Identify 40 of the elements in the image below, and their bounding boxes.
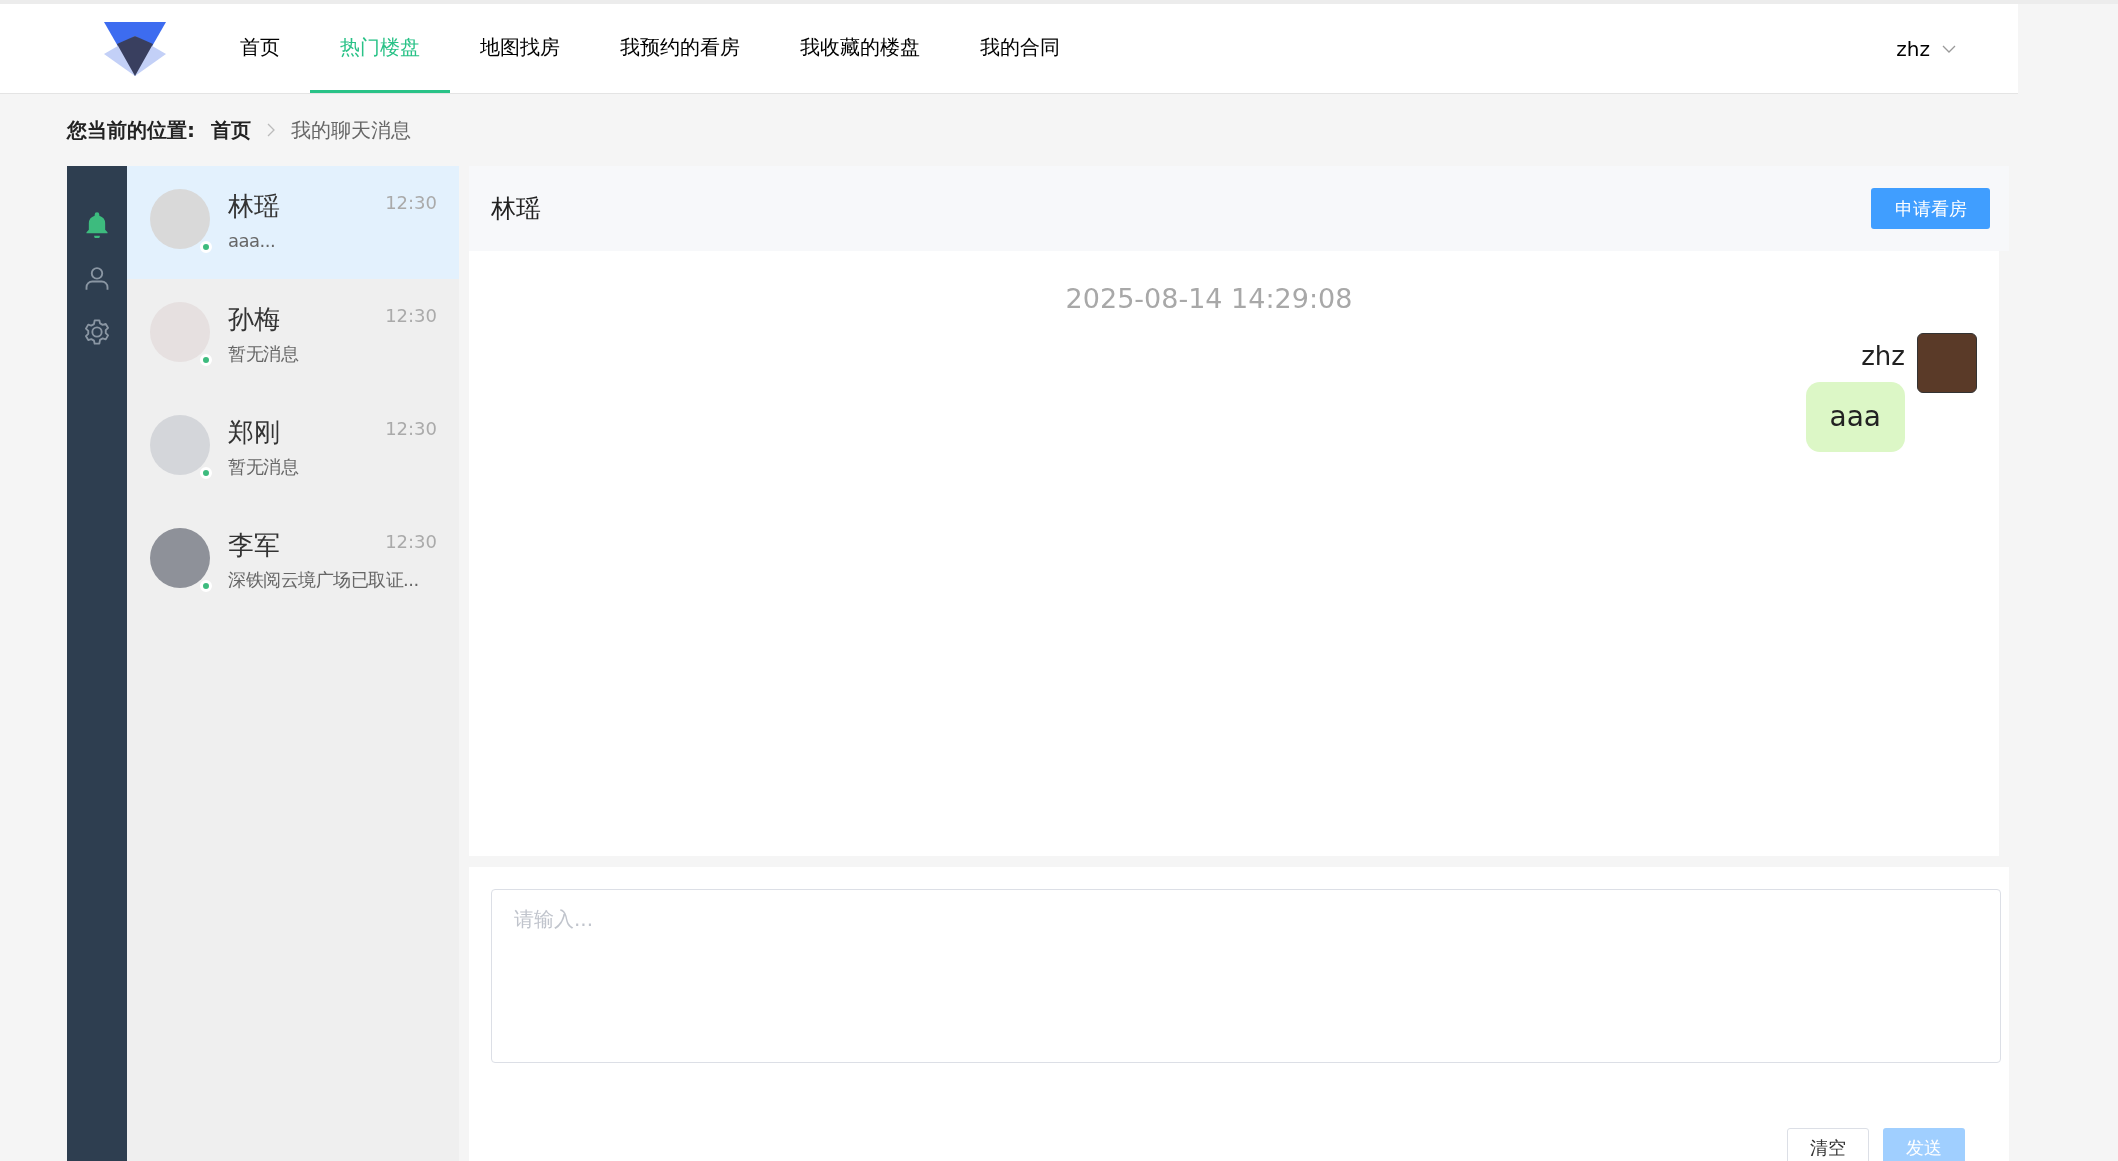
avatar-photo-placeholder [150, 415, 210, 475]
nav-tab[interactable]: 地图找房 [450, 4, 590, 93]
avatar-photo-placeholder [150, 528, 210, 588]
breadcrumb-item[interactable]: 首页 [211, 115, 251, 145]
breadcrumb-item: 我的聊天消息 [291, 117, 411, 144]
chevron-right-icon [267, 123, 275, 137]
message-time: 12:30 [385, 191, 437, 215]
chevron-down-icon[interactable] [1942, 44, 1956, 53]
message-preview: 暂无消息 [228, 342, 300, 366]
contact-item[interactable]: 孙梅 12:30 暂无消息 [127, 279, 459, 392]
contact-item[interactable]: 李军 12:30 深铁阅云境广场已取证... [127, 505, 459, 618]
breadcrumb-label: 您当前的位置: [67, 117, 195, 144]
user-icon[interactable] [83, 264, 111, 292]
logo-icon [104, 21, 166, 76]
avatar-photo-placeholder [150, 189, 210, 249]
message-time: 12:30 [385, 417, 437, 441]
message-time: 12:30 [385, 304, 437, 328]
clear-button[interactable]: 清空 [1787, 1128, 1869, 1161]
contact-name: 林瑶 [228, 190, 280, 223]
nav-tab[interactable]: 我收藏的楼盘 [770, 4, 950, 93]
message-preview: 深铁阅云境广场已取证... [228, 568, 420, 592]
sender-name: zhz [1861, 340, 1905, 374]
message-bubble: aaa [1805, 382, 1905, 453]
contact-name: 孙梅 [228, 303, 280, 336]
nav-tab[interactable]: 首页 [210, 4, 310, 93]
message-preview: aaa... [228, 229, 277, 253]
avatar-image-placeholder [1917, 333, 1977, 394]
contact-item[interactable]: 林瑶 12:30 aaa... [127, 166, 459, 279]
settings-icon[interactable] [83, 318, 111, 346]
nav-tab[interactable]: 我的合同 [950, 4, 1090, 93]
message-time: 12:30 [385, 530, 437, 554]
user-name[interactable]: zhz [1896, 33, 1930, 64]
chat-title: 林瑶 [491, 192, 541, 225]
contact-name: 郑刚 [228, 416, 280, 449]
nav-tab[interactable]: 我预约的看房 [590, 4, 770, 93]
contact-item[interactable]: 郑刚 12:30 暂无消息 [127, 392, 459, 505]
contact-name: 李军 [228, 529, 280, 562]
message-input-field[interactable]: 请输入... [491, 889, 2001, 1063]
message-timestamp: 2025-08-14 14:29:08 [1065, 281, 1353, 316]
message-preview: 暂无消息 [228, 455, 300, 479]
